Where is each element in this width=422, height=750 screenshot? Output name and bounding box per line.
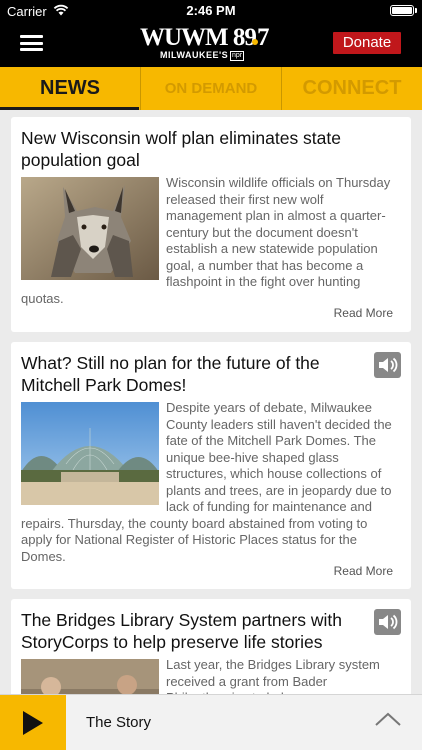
status-bar: Carrier 2:46 PM (0, 0, 422, 22)
play-button[interactable] (0, 695, 66, 750)
article-summary: Despite years of debate, Milwaukee Count… (21, 400, 392, 564)
audio-player-bar: The Story (0, 694, 422, 750)
battery-icon (390, 5, 414, 16)
section-tabs: NEWS ON DEMAND CONNECT (0, 67, 422, 110)
tab-on-demand[interactable]: ON DEMAND (140, 67, 281, 110)
logo-decimal: 7 (257, 24, 269, 51)
donate-button[interactable]: Donate (333, 32, 401, 54)
play-icon (23, 711, 43, 735)
chevron-up-icon[interactable] (373, 709, 403, 729)
article-title[interactable]: New Wisconsin wolf plan eliminates state… (21, 127, 361, 171)
clock: 2:46 PM (186, 3, 236, 18)
speaker-icon[interactable] (374, 609, 401, 635)
app-header: Carrier 2:46 PM WUWM 89 7 MILWAUKEE'S np… (0, 0, 422, 67)
menu-button[interactable] (20, 35, 43, 51)
now-playing-title: The Story (86, 714, 152, 731)
article-title[interactable]: The Bridges Library System partners with… (21, 609, 361, 653)
article-summary: Wisconsin wildlife officials on Thursday… (21, 175, 391, 306)
logo-main-text: WUWM 89 (140, 24, 257, 51)
tab-news[interactable]: NEWS (0, 67, 140, 110)
news-card[interactable]: What? Still no plan for the future of th… (11, 342, 411, 589)
tab-connect[interactable]: CONNECT (281, 67, 422, 110)
read-more-link[interactable]: Read More (334, 306, 393, 320)
battery-cap (415, 8, 417, 13)
active-tab-indicator (0, 107, 139, 110)
read-more-link[interactable]: Read More (334, 564, 393, 578)
article-title[interactable]: What? Still no plan for the future of th… (21, 352, 361, 396)
npr-badge: npr (230, 51, 245, 61)
speaker-icon[interactable] (374, 352, 401, 378)
news-card[interactable]: New Wisconsin wolf plan eliminates state… (11, 117, 411, 332)
logo-subtitle: MILWAUKEE'S (160, 50, 229, 60)
station-logo: WUWM 89 7 MILWAUKEE'S npr (140, 24, 282, 64)
